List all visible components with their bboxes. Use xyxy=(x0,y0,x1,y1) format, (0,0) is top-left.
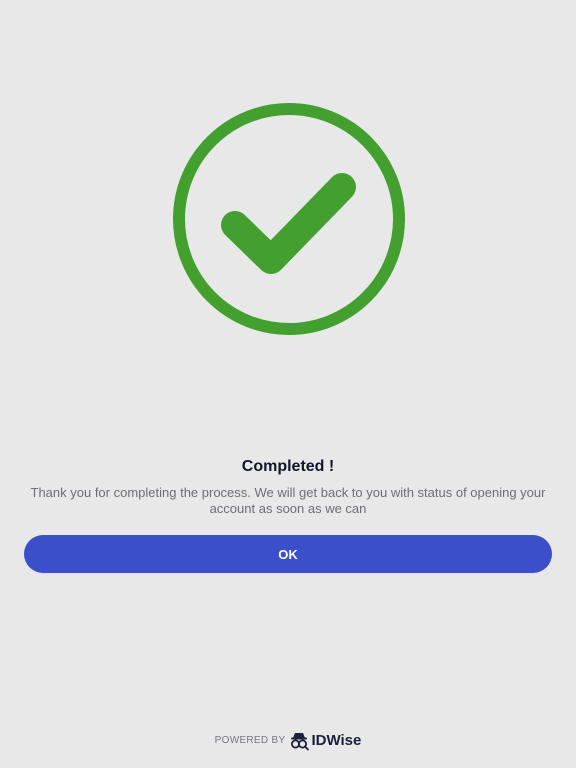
powered-by-footer: POWERED BY IDWise xyxy=(0,728,576,752)
status-title: Completed ! xyxy=(241,458,335,475)
checkmark-circle-icon xyxy=(173,103,405,335)
completion-screen: Completed ! Thank you for completing the… xyxy=(0,0,576,768)
status-message: Thank you for completing the process. We… xyxy=(30,485,546,516)
powered-by-label: POWERED BY xyxy=(214,734,286,746)
brand-name: IDWise xyxy=(311,731,362,749)
ok-button[interactable]: OK xyxy=(24,535,552,573)
idwise-logo-icon xyxy=(291,733,310,751)
